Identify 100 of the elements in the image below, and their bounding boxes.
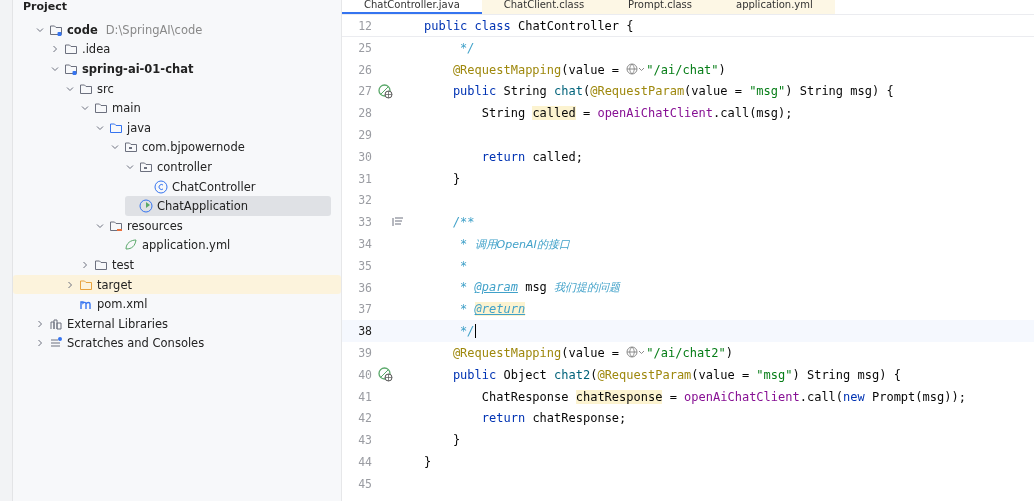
item-label: main [112,101,141,116]
item-label: pom.xml [97,297,148,312]
code-line: return chatResponse; [480,411,627,426]
tree-item[interactable]: pom.xml [65,294,331,314]
tree-item[interactable]: Scratches and Consoles [35,333,331,354]
code-line: * @param msg 我们提的问题 [459,280,621,296]
code-line: public String chat(@RequestParam(value = "msg") String msg) { [451,84,894,99]
line-number: 27 [357,84,372,99]
code-line: String called = openAiChatClient.call(msg); [480,106,793,121]
folder-icon [64,42,78,57]
item-label: src [97,81,114,96]
line-number: 45 [357,476,372,491]
line-number: 28 [357,106,372,121]
code-line: */ [459,40,475,55]
line-number: 43 [357,433,372,448]
code-line: */ [459,324,476,339]
editor-tab[interactable]: ChatClient.class [481,0,607,14]
item-label: resources [127,218,183,233]
folder-icon [109,120,123,135]
class-icon [154,179,168,194]
line-number: 35 [357,258,372,273]
folder-icon [124,140,138,155]
tree-item[interactable]: src [65,78,331,99]
code-line: * @return [459,302,526,317]
chevron-icon[interactable] [50,44,60,55]
folder-icon [139,159,153,174]
folder-icon [94,101,108,116]
code-line: @RequestMapping(value = "/ai/chat") [451,62,726,77]
code-line: } [451,433,461,448]
leaf-icon [124,238,138,253]
item-label: java [127,120,152,135]
path-hint: D:\SpringAI\code [105,22,203,37]
tree-item[interactable]: code D:\SpringAI\code [35,20,331,40]
class-icon [139,199,153,214]
line-number: 25 [357,40,372,55]
line-number: 32 [357,193,372,208]
endpoint-icon[interactable] [378,84,393,99]
editor-tab[interactable]: ChatController.java [342,0,482,14]
code-line: public class ChatController { [424,18,634,33]
tree-item[interactable]: ChatApplication [125,196,331,216]
code-line: return called; [480,149,583,164]
tree-item[interactable]: resources [95,215,331,236]
code-line: public Object chat2(@RequestParam(value = "msg") String msg) { [451,367,901,382]
item-label: Scratches and Consoles [67,336,205,351]
tree-item[interactable]: test [80,255,331,275]
tree-item[interactable]: main [80,98,331,118]
line-number: 31 [357,171,372,186]
item-label: spring-ai-01-chat [82,62,194,76]
folder-icon [49,22,63,37]
line-number: 38 [357,324,372,339]
tree-item[interactable]: java [95,117,331,138]
item-label: test [112,257,135,272]
code-line: /** [451,215,475,230]
item-label: .idea [82,42,111,57]
chevron-icon[interactable] [80,259,90,270]
line-number: 30 [357,149,372,164]
folder-icon [79,277,93,292]
editor-tab[interactable]: application.yml [714,0,835,14]
tree-item[interactable]: com.bjpowernode [110,137,331,158]
tree-item[interactable]: .idea [50,39,331,60]
endpoint-icon[interactable] [378,367,393,383]
editor-tab[interactable]: Prompt.class [606,0,714,14]
tree-item[interactable]: spring-ai-01-chat [50,59,331,79]
tree-item[interactable]: External Libraries [35,313,331,334]
line-number: 44 [357,455,372,470]
item-label: controller [157,159,212,174]
item-label: application.yml [142,238,231,253]
line-number: 42 [357,411,372,426]
item-label: target [97,277,132,292]
code-line: * [459,258,468,273]
code-line: @RequestMapping(value = "/ai/chat2") [451,346,734,361]
line-number: 12 [357,18,372,33]
tree-item[interactable]: target [13,274,341,295]
panel-title[interactable]: Project [13,0,68,14]
line-number: 34 [357,237,372,252]
chevron-icon[interactable] [65,279,75,290]
tree-item[interactable]: controller [125,157,331,177]
doc-render-icon[interactable] [392,217,404,228]
line-number: 29 [357,128,372,143]
line-number: 40 [357,367,372,382]
code-line: } [451,171,461,186]
item-label: com.bjpowernode [142,140,245,155]
item-label: ChatController [172,179,256,194]
chevron-icon[interactable] [35,318,45,329]
library-icon [49,316,63,331]
code-line: ChatResponse chatResponse = openAiChatClient.call(new Prompt(msg)); [480,389,966,404]
code-line: } [424,455,432,470]
tree-item[interactable]: application.yml [110,235,331,256]
item-label: External Libraries [67,316,169,331]
chevron-icon[interactable] [50,64,60,74]
code-line: * 调用OpenAI的接口 [459,236,570,252]
chevron-icon[interactable] [35,338,45,349]
folder-icon [64,62,78,76]
line-number: 26 [357,62,372,77]
line-number: 37 [357,302,372,317]
folder-icon [94,257,108,272]
tree-item[interactable]: ChatController [140,176,331,197]
folder-icon [109,218,123,233]
line-number: 41 [357,389,372,404]
item-label: ChatApplication [157,199,249,214]
